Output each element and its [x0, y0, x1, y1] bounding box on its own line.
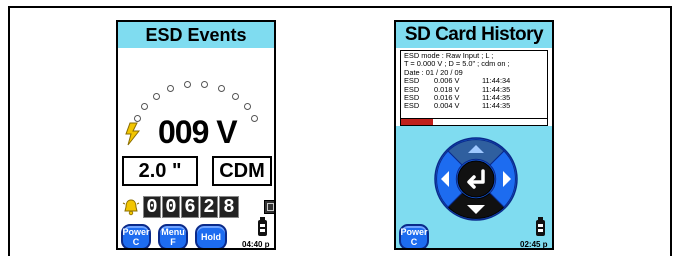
- clock-time: 04:40 p: [242, 240, 270, 249]
- power-button[interactable]: Power C: [121, 224, 151, 248]
- power-button-label: Power: [122, 227, 150, 237]
- power-button-label: Power: [400, 227, 428, 237]
- history-progress-bar: [400, 118, 548, 126]
- dpad-control: [434, 137, 518, 221]
- counter-digit: 0: [143, 196, 161, 218]
- sd-card-icon: [264, 200, 274, 214]
- lightning-bolt-icon: [125, 122, 141, 146]
- hold-button-label: Hold: [201, 232, 221, 242]
- battery-icon: [258, 217, 267, 236]
- voltage-readout: 009 V: [158, 114, 238, 150]
- history-row-value: 0.004 V: [434, 101, 460, 111]
- gauge-dot: [152, 92, 160, 100]
- dpad-enter-button[interactable]: [457, 160, 495, 198]
- gauge-dot: [243, 102, 251, 110]
- document-frame: [8, 6, 672, 256]
- mode-display[interactable]: CDM: [212, 156, 272, 186]
- counter-digit: 6: [181, 196, 199, 218]
- history-row-time: 11:44:35: [482, 101, 511, 111]
- history-progress-fill: [401, 119, 434, 125]
- history-log[interactable]: ESD mode : Raw Input ; L ; T = 0.000 V ;…: [400, 50, 548, 126]
- menu-button-sub: F: [170, 237, 176, 247]
- counter-digit: 0: [162, 196, 180, 218]
- menu-button-label: Menu: [161, 227, 185, 237]
- distance-display[interactable]: 2.0 ": [122, 156, 198, 186]
- sd-history-title: SD Card History: [396, 22, 552, 48]
- history-row-type: ESD: [404, 101, 420, 111]
- battery-icon: [536, 217, 545, 236]
- power-button-sub: C: [410, 237, 418, 247]
- history-row: ESD 0.018 V 11:44:35: [404, 85, 544, 94]
- history-header-line: Date : 01 / 20 / 09: [404, 67, 463, 77]
- hold-button[interactable]: Hold: [195, 224, 227, 248]
- history-row: ESD 0.006 V 11:44:34: [404, 76, 544, 85]
- power-button[interactable]: Power C: [399, 224, 429, 248]
- gauge-dot: [217, 85, 225, 93]
- menu-button[interactable]: Menu F: [158, 224, 188, 248]
- esd-events-screen: ESD Events 009 V 2.0 " CDM 0 0 6 2 8 Pow…: [116, 20, 276, 250]
- clock-time: 02:45 p: [520, 240, 548, 249]
- gauge-dot: [141, 102, 149, 110]
- power-button-sub: C: [132, 237, 140, 247]
- counter-digit: 2: [200, 196, 218, 218]
- counter-digit: 8: [219, 196, 239, 218]
- history-row: ESD 0.016 V 11:44:35: [404, 93, 544, 102]
- gauge-dot: [232, 92, 240, 100]
- alarm-bell-icon: [122, 199, 140, 216]
- history-row: ESD 0.004 V 11:44:35: [404, 101, 544, 111]
- esd-title: ESD Events: [118, 22, 274, 48]
- sd-card-history-screen: SD Card History ESD mode : Raw Input ; L…: [394, 20, 554, 250]
